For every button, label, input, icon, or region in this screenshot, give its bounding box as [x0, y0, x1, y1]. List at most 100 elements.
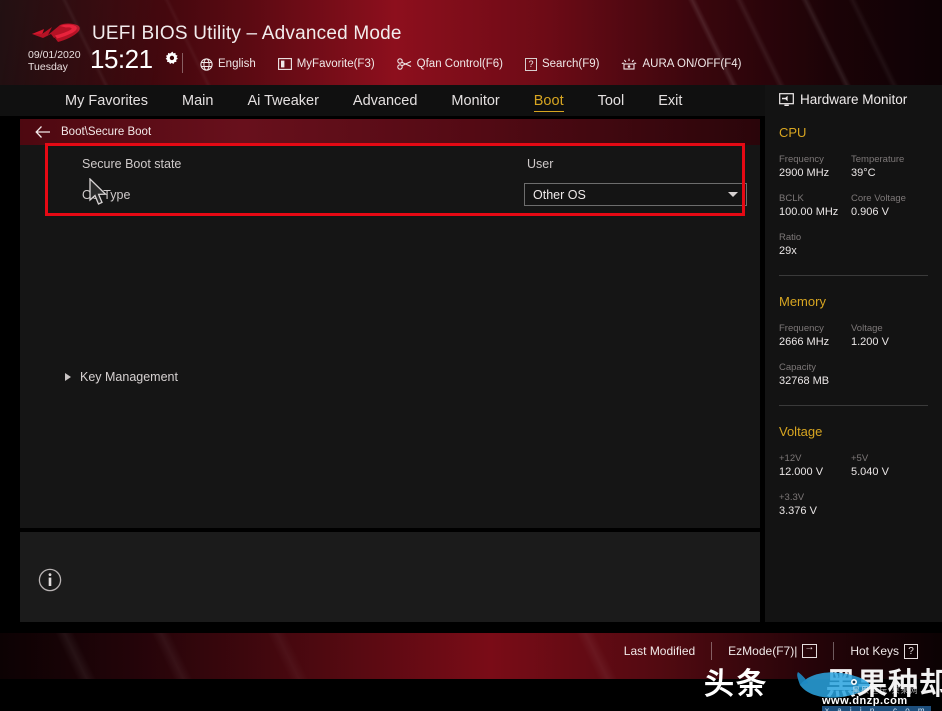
hw-row-cpu-3: Ratio 29x — [779, 220, 928, 259]
hw-row-memory-2: Capacity 32768 MB — [779, 350, 928, 389]
page-title: UEFI BIOS Utility – Advanced Mode — [92, 23, 402, 44]
os-type-dropdown[interactable]: Other OS — [524, 183, 747, 206]
rog-logo-icon — [32, 23, 80, 42]
hw-cell-voltage-33v: +3.3V 3.376 V — [779, 480, 851, 519]
hw-value: 39°C — [851, 167, 876, 179]
tab-boot[interactable]: Boot — [517, 85, 581, 117]
language-button[interactable]: English — [200, 57, 256, 71]
favorite-icon — [277, 58, 292, 70]
hw-key: Frequency — [779, 323, 824, 334]
breadcrumb: Boot\Secure Boot — [20, 119, 760, 145]
language-label: English — [218, 58, 256, 70]
breadcrumb-path: Boot\Secure Boot — [61, 126, 152, 138]
hw-section-memory: Memory — [779, 294, 826, 309]
header-divider — [182, 53, 183, 73]
aura-button[interactable]: AURA ON/OFF(F4) — [621, 58, 742, 71]
hw-cell-memory-frequency: Frequency 2666 MHz — [779, 311, 851, 350]
hw-row-cpu-1: Frequency 2900 MHz Temperature 39°C — [779, 142, 928, 181]
hw-cell-cpu-core-voltage: Core Voltage 0.906 V — [851, 181, 923, 220]
hw-value: 29x — [779, 245, 797, 257]
aura-icon — [622, 58, 637, 70]
help-panel — [20, 532, 760, 622]
hw-row-cpu-2: BCLK 100.00 MHz Core Voltage 0.906 V — [779, 181, 928, 220]
hw-value: 2666 MHz — [779, 336, 830, 348]
hw-key: Core Voltage — [851, 193, 906, 204]
hotkeys-button[interactable]: Hot Keys ? — [850, 643, 918, 659]
os-type-dropdown-value: Other OS — [533, 187, 586, 202]
monitor-icon — [779, 92, 794, 106]
hw-value: 32768 MB — [779, 375, 830, 387]
bottom-bar: Last Modified EzMode(F7)| Hot Keys ? — [0, 633, 942, 679]
main-panel: Secure Boot state User OS Type Other OS … — [20, 145, 760, 528]
hw-value: 5.040 V — [851, 466, 889, 478]
ezmode-label: EzMode(F7)| — [728, 644, 798, 658]
tab-main[interactable]: Main — [165, 85, 230, 117]
submenu-key-management[interactable]: Key Management — [65, 370, 178, 384]
hw-cell-cpu-frequency: Frequency 2900 MHz — [779, 142, 851, 181]
hw-key: Temperature — [851, 154, 905, 165]
watermark-url2: x a j j n . c o m — [822, 706, 931, 711]
setting-row-os-type: OS Type Other OS — [62, 182, 752, 218]
hw-cell-cpu-bclk: BCLK 100.00 MHz — [779, 181, 851, 220]
setting-row-secure-boot-state: Secure Boot state User — [62, 151, 752, 182]
hw-divider-2 — [779, 405, 928, 406]
tab-ai-tweaker[interactable]: Ai Tweaker — [230, 85, 335, 117]
hw-key: BCLK — [779, 193, 804, 204]
hw-key: Frequency — [779, 154, 824, 165]
hw-value: 2900 MHz — [779, 167, 830, 179]
info-icon — [38, 568, 62, 592]
hw-key: Capacity — [779, 362, 816, 373]
tab-monitor[interactable]: Monitor — [434, 85, 516, 117]
triangle-right-icon — [65, 373, 71, 381]
myfavorite-label: MyFavorite(F3) — [296, 58, 375, 70]
hw-key: +12V — [779, 453, 802, 464]
hw-value: 12.000 V — [779, 466, 824, 478]
bottom-divider-1 — [711, 642, 713, 660]
tab-exit[interactable]: Exit — [641, 85, 699, 117]
tab-my-favorites[interactable]: My Favorites — [48, 85, 165, 117]
hw-row-voltage-2: +3.3V 3.376 V — [779, 480, 928, 519]
header-tools: English MyFavorite(F3) Qfan Control(F6) … — [200, 54, 742, 74]
ezmode-button[interactable]: EzMode(F7)| — [728, 642, 818, 658]
last-modified-button[interactable]: Last Modified — [624, 644, 695, 658]
secure-boot-state-value: User — [527, 157, 554, 171]
enter-key-icon — [802, 642, 818, 658]
hw-cell-memory-capacity: Capacity 32768 MB — [779, 350, 851, 389]
hw-cell-voltage-5v: +5V 5.040 V — [851, 441, 923, 480]
qfan-label: Qfan Control(F6) — [416, 58, 503, 70]
search-button[interactable]: ? Search(F9) — [524, 57, 600, 71]
bottom-divider-2 — [833, 642, 835, 660]
myfavorite-button[interactable]: MyFavorite(F3) — [277, 58, 375, 70]
hw-row-voltage-1: +12V 12.000 V +5V 5.040 V — [779, 441, 928, 480]
bios-screen: UEFI BIOS Utility – Advanced Mode 09/01/… — [0, 0, 942, 711]
fan-icon — [396, 58, 411, 70]
tab-tool[interactable]: Tool — [581, 85, 642, 117]
gear-icon[interactable] — [165, 51, 180, 66]
tab-advanced[interactable]: Advanced — [336, 85, 435, 117]
hw-section-cpu: CPU — [779, 125, 807, 140]
hw-value: 1.200 V — [851, 336, 889, 348]
hw-key: +3.3V — [779, 492, 805, 503]
back-arrow-icon[interactable] — [35, 125, 51, 139]
hardware-monitor-label: Hardware Monitor — [800, 92, 908, 107]
qfan-control-button[interactable]: Qfan Control(F6) — [396, 58, 503, 70]
hw-key: Ratio — [779, 232, 802, 243]
search-label: Search(F9) — [541, 58, 600, 70]
date-text: 09/01/2020 — [28, 49, 81, 61]
watermark-sub: 黑果恒玩·果果网 — [852, 686, 919, 695]
chevron-down-icon — [728, 192, 738, 197]
hw-value: 0.906 V — [851, 206, 889, 218]
aura-label: AURA ON/OFF(F4) — [642, 58, 742, 70]
hotkeys-badge: ? — [904, 643, 918, 659]
hw-section-voltage: Voltage — [779, 424, 823, 439]
bottom-actions: Last Modified EzMode(F7)| Hot Keys ? — [624, 642, 918, 660]
time-text: 15:21 — [90, 44, 153, 74]
settings-list: Secure Boot state User OS Type Other OS — [62, 151, 752, 218]
hw-cell-voltage-12v: +12V 12.000 V — [779, 441, 851, 480]
hardware-monitor-panel: Hardware Monitor CPU Frequency 2900 MHz … — [765, 85, 942, 622]
hw-key: +5V — [851, 453, 869, 464]
secure-boot-state-label: Secure Boot state — [82, 157, 182, 171]
hotkeys-label: Hot Keys — [850, 644, 899, 658]
key-management-label: Key Management — [80, 370, 178, 384]
hw-cell-cpu-ratio: Ratio 29x — [779, 220, 851, 259]
